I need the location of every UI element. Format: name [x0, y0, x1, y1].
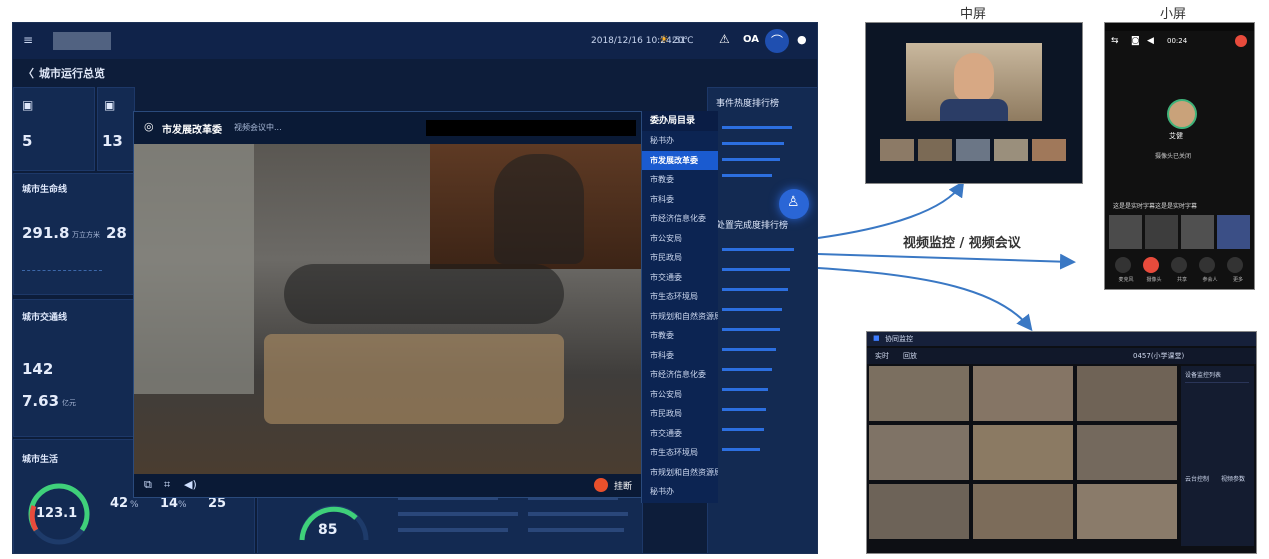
surv-titlebar: ■ 协同监控: [867, 332, 1256, 346]
subtitle-banner: 这是是实时字幕这是是实时字幕: [1113, 203, 1198, 210]
mid-screen-caption: 中屏: [960, 7, 987, 22]
camera-tile[interactable]: [1077, 484, 1177, 539]
camera-tile[interactable]: [869, 425, 969, 480]
video-toggle-icon[interactable]: [1143, 257, 1159, 273]
speaker-icon[interactable]: ◀: [1147, 36, 1154, 46]
device-list: [1185, 382, 1249, 463]
participant-tile[interactable]: [1145, 215, 1178, 249]
tab-live[interactable]: 实时: [875, 351, 889, 361]
camera-tile[interactable]: [973, 366, 1073, 421]
avatar: [1167, 99, 1197, 129]
participant-thumb[interactable]: [1032, 139, 1066, 161]
phone-controls: 麦克风 摄像头 共享 参会人 更多: [1109, 255, 1250, 285]
mic-icon[interactable]: [1115, 257, 1131, 273]
surv-title: 协同监控: [885, 335, 913, 343]
shirt: [940, 99, 1008, 121]
participant-thumb[interactable]: [918, 139, 952, 161]
camera-tile[interactable]: [973, 425, 1073, 480]
camera-tile[interactable]: [869, 484, 969, 539]
control-label: 麦克风: [1118, 277, 1134, 283]
status-bar: [1105, 23, 1254, 31]
face: [954, 53, 994, 101]
more-icon[interactable]: [1227, 257, 1243, 273]
end-call-icon[interactable]: [1235, 35, 1247, 47]
control-label: 共享: [1176, 277, 1187, 283]
participant-tile[interactable]: [1181, 215, 1214, 249]
camera-tile[interactable]: [1077, 366, 1177, 421]
camera-tile[interactable]: [973, 484, 1073, 539]
panel-title: 设备监控列表: [1185, 372, 1222, 379]
participant-strip: [880, 139, 1068, 161]
arrow-to-surveillance: [817, 267, 1033, 332]
device-panel: 设备监控列表 云台控制 视频参数: [1181, 366, 1254, 546]
camera-id: 0457(小学课堂): [1133, 352, 1185, 360]
camera-tile[interactable]: [869, 366, 969, 421]
arrow-label: 视频监控 / 视频会议: [903, 236, 1021, 251]
participant-tile[interactable]: [1109, 215, 1142, 249]
mid-screen-preview: [865, 22, 1083, 184]
control-label: 摄像头: [1146, 277, 1162, 283]
small-screen-caption: 小屏: [1160, 7, 1187, 22]
camera-grid: [869, 366, 1177, 540]
surveillance-preview: ■ 协同监控 实时 回放 0457(小学课堂) 设备监控列表 云台控制 视频参数: [866, 331, 1257, 554]
control-label: 参会人: [1202, 277, 1218, 283]
participants-icon[interactable]: [1199, 257, 1215, 273]
camera-icon[interactable]: ◙: [1131, 36, 1140, 46]
participant-tile[interactable]: [1217, 215, 1250, 249]
call-timer: 00:24: [1167, 37, 1188, 45]
arrow-to-mid: [817, 180, 965, 239]
participant-tiles: [1109, 215, 1250, 249]
contact-name: 艾健: [1169, 132, 1183, 140]
video-params-tab[interactable]: 视频参数: [1221, 474, 1245, 483]
tab-playback[interactable]: 回放: [903, 351, 917, 361]
mobile-screen-preview: ⇆ ◙ ◀ 00:24 艾健 摄像头已关闭 这是是实时字幕这是是实时字幕 麦克风…: [1104, 22, 1255, 290]
surv-toolbar: 实时 回放 0457(小学课堂): [867, 348, 1256, 364]
app-icon: ■: [873, 334, 880, 342]
camera-tile[interactable]: [1077, 425, 1177, 480]
share-icon[interactable]: [1171, 257, 1187, 273]
ptz-control-tab[interactable]: 云台控制: [1185, 474, 1209, 483]
participant-thumb[interactable]: [994, 139, 1028, 161]
camera-switch-icon[interactable]: ⇆: [1111, 36, 1119, 46]
camera-off-label: 摄像头已关闭: [1155, 153, 1192, 160]
control-label: 更多: [1232, 277, 1243, 283]
participant-thumb[interactable]: [956, 139, 990, 161]
arrow-to-phone: [817, 253, 1076, 270]
control-labels: 麦克风 摄像头 共享 参会人 更多: [1109, 276, 1250, 284]
speaker-video: [906, 43, 1042, 121]
participant-thumb[interactable]: [880, 139, 914, 161]
